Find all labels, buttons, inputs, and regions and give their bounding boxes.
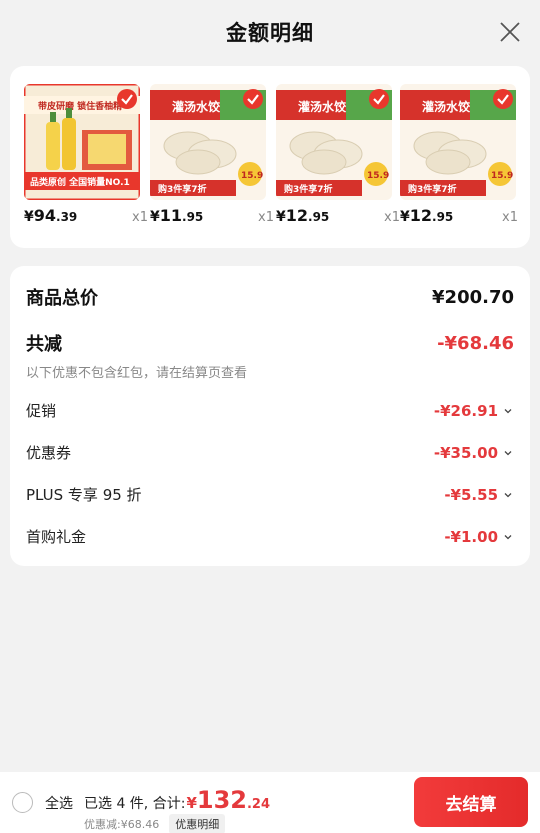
discount-label: PLUS 专享 95 折 — [26, 486, 142, 504]
select-all-radio[interactable] — [12, 792, 33, 813]
product-price-row: ¥12.95 x1 — [400, 206, 518, 225]
discount-row-first-purchase[interactable]: 首购礼金 -¥1.00 — [26, 526, 514, 547]
chevron-down-icon — [504, 450, 512, 455]
product-item[interactable]: 灌汤水饺 15.9 购3件享7折 ¥11.95 x1 — [150, 84, 274, 225]
total-price-value: ¥200.70 — [432, 286, 514, 308]
discount-value: -¥35.00 — [434, 444, 514, 462]
discount-value: -¥1.00 — [444, 528, 514, 546]
product-price: ¥12.95 — [276, 206, 330, 225]
discount-label: 首购礼金 — [26, 528, 87, 546]
svg-text:灌汤水饺: 灌汤水饺 — [171, 99, 221, 114]
total-price-row: 商品总价 ¥200.70 — [26, 284, 514, 310]
svg-text:灌汤水饺: 灌汤水饺 — [297, 99, 347, 114]
total-price-label: 商品总价 — [26, 288, 98, 309]
discount-row-promotion[interactable]: 促销 -¥26.91 — [26, 400, 514, 421]
page-title: 金额明细 — [226, 21, 314, 45]
selected-check-icon — [242, 88, 264, 110]
header: 金额明细 — [0, 0, 540, 64]
checkout-button[interactable]: 去结算 — [414, 777, 528, 827]
product-quantity: x1 — [258, 210, 274, 225]
product-quantity: x1 — [132, 210, 148, 225]
discount-value: -¥26.91 — [434, 402, 514, 420]
amount-detail-card: 商品总价 ¥200.70 共减 -¥68.46 以下优惠不包含红包，请在结算页查… — [10, 266, 530, 566]
discount-row-plus[interactable]: PLUS 专享 95 折 -¥5.55 — [26, 484, 514, 505]
svg-text:15.9: 15.9 — [367, 171, 389, 181]
select-all-label[interactable]: 全选 — [45, 793, 73, 813]
svg-text:购3件享7折: 购3件享7折 — [158, 183, 207, 195]
discount-summary: 优惠减:¥68.46 优惠明细 — [84, 814, 226, 833]
product-quantity: x1 — [502, 210, 518, 225]
product-price: ¥94.39 — [24, 206, 78, 225]
svg-text:15.9: 15.9 — [491, 171, 513, 181]
product-item[interactable]: 灌汤水饺 15.9 购3件享7折 ¥12.95 x1 — [400, 84, 518, 225]
product-price: ¥11.95 — [150, 206, 204, 225]
product-quantity: x1 — [384, 210, 400, 225]
product-thumbnail: 灌汤水饺 15.9 购3件享7折 — [276, 84, 392, 200]
selected-check-icon — [116, 88, 138, 110]
discount-row-coupon[interactable]: 优惠券 -¥35.00 — [26, 442, 514, 463]
total-currency: ¥ — [186, 794, 197, 812]
svg-text:灌汤水饺: 灌汤水饺 — [421, 99, 471, 114]
svg-text:15.9: 15.9 — [241, 171, 263, 181]
chevron-down-icon — [504, 534, 512, 539]
svg-text:品类原创 全国销量NO.1: 品类原创 全国销量NO.1 — [30, 176, 130, 188]
checkout-bar: 全选 已选 4 件, 合计: ¥ 132 .24 优惠减:¥68.46 优惠明细… — [0, 772, 540, 833]
selected-check-icon — [368, 88, 390, 110]
product-price-row: ¥11.95 x1 — [150, 206, 274, 225]
selected-count-text: 已选 4 件, 合计: — [84, 796, 186, 812]
order-summary: 已选 4 件, 合计: ¥ 132 .24 — [84, 786, 270, 814]
product-item[interactable]: 带皮研磨 锁住香柚精 品类原创 全国销量NO.1 ¥94.39 x1 — [24, 84, 148, 225]
product-thumbnail: 带皮研磨 锁住香柚精 品类原创 全国销量NO.1 — [24, 84, 140, 200]
total-reduce-label: 共减 — [26, 334, 62, 355]
svg-text:购3件享7折: 购3件享7折 — [284, 183, 333, 195]
discount-label: 优惠券 — [26, 444, 72, 462]
chevron-down-icon — [504, 408, 512, 413]
product-item[interactable]: 灌汤水饺 15.9 购3件享7折 ¥12.95 x1 — [276, 84, 400, 225]
chevron-down-icon — [504, 492, 512, 497]
discount-detail-link[interactable]: 优惠明细 — [169, 814, 226, 833]
total-reduce-value: -¥68.46 — [437, 332, 514, 354]
total-amount-int: 132 — [196, 786, 247, 814]
total-reduce-row: 共减 -¥68.46 — [26, 330, 514, 356]
discount-label: 促销 — [26, 402, 57, 420]
svg-text:带皮研磨 锁住香柚精: 带皮研磨 锁住香柚精 — [38, 100, 122, 112]
products-card: 带皮研磨 锁住香柚精 品类原创 全国销量NO.1 ¥94.39 x1 灌汤水饺 … — [10, 66, 530, 248]
total-amount-dec: .24 — [246, 797, 271, 812]
selected-check-icon — [492, 88, 514, 110]
discount-amount: 优惠减:¥68.46 — [84, 818, 160, 831]
close-icon — [500, 22, 520, 42]
close-button[interactable] — [498, 20, 522, 44]
product-thumbnail: 灌汤水饺 15.9 购3件享7折 — [150, 84, 266, 200]
discount-value: -¥5.55 — [444, 486, 514, 504]
discount-note: 以下优惠不包含红包，请在结算页查看 — [26, 366, 248, 381]
product-thumbnail: 灌汤水饺 15.9 购3件享7折 — [400, 84, 516, 200]
product-price: ¥12.95 — [400, 206, 454, 225]
svg-text:购3件享7折: 购3件享7折 — [408, 183, 457, 195]
product-price-row: ¥12.95 x1 — [276, 206, 400, 225]
product-price-row: ¥94.39 x1 — [24, 206, 148, 225]
